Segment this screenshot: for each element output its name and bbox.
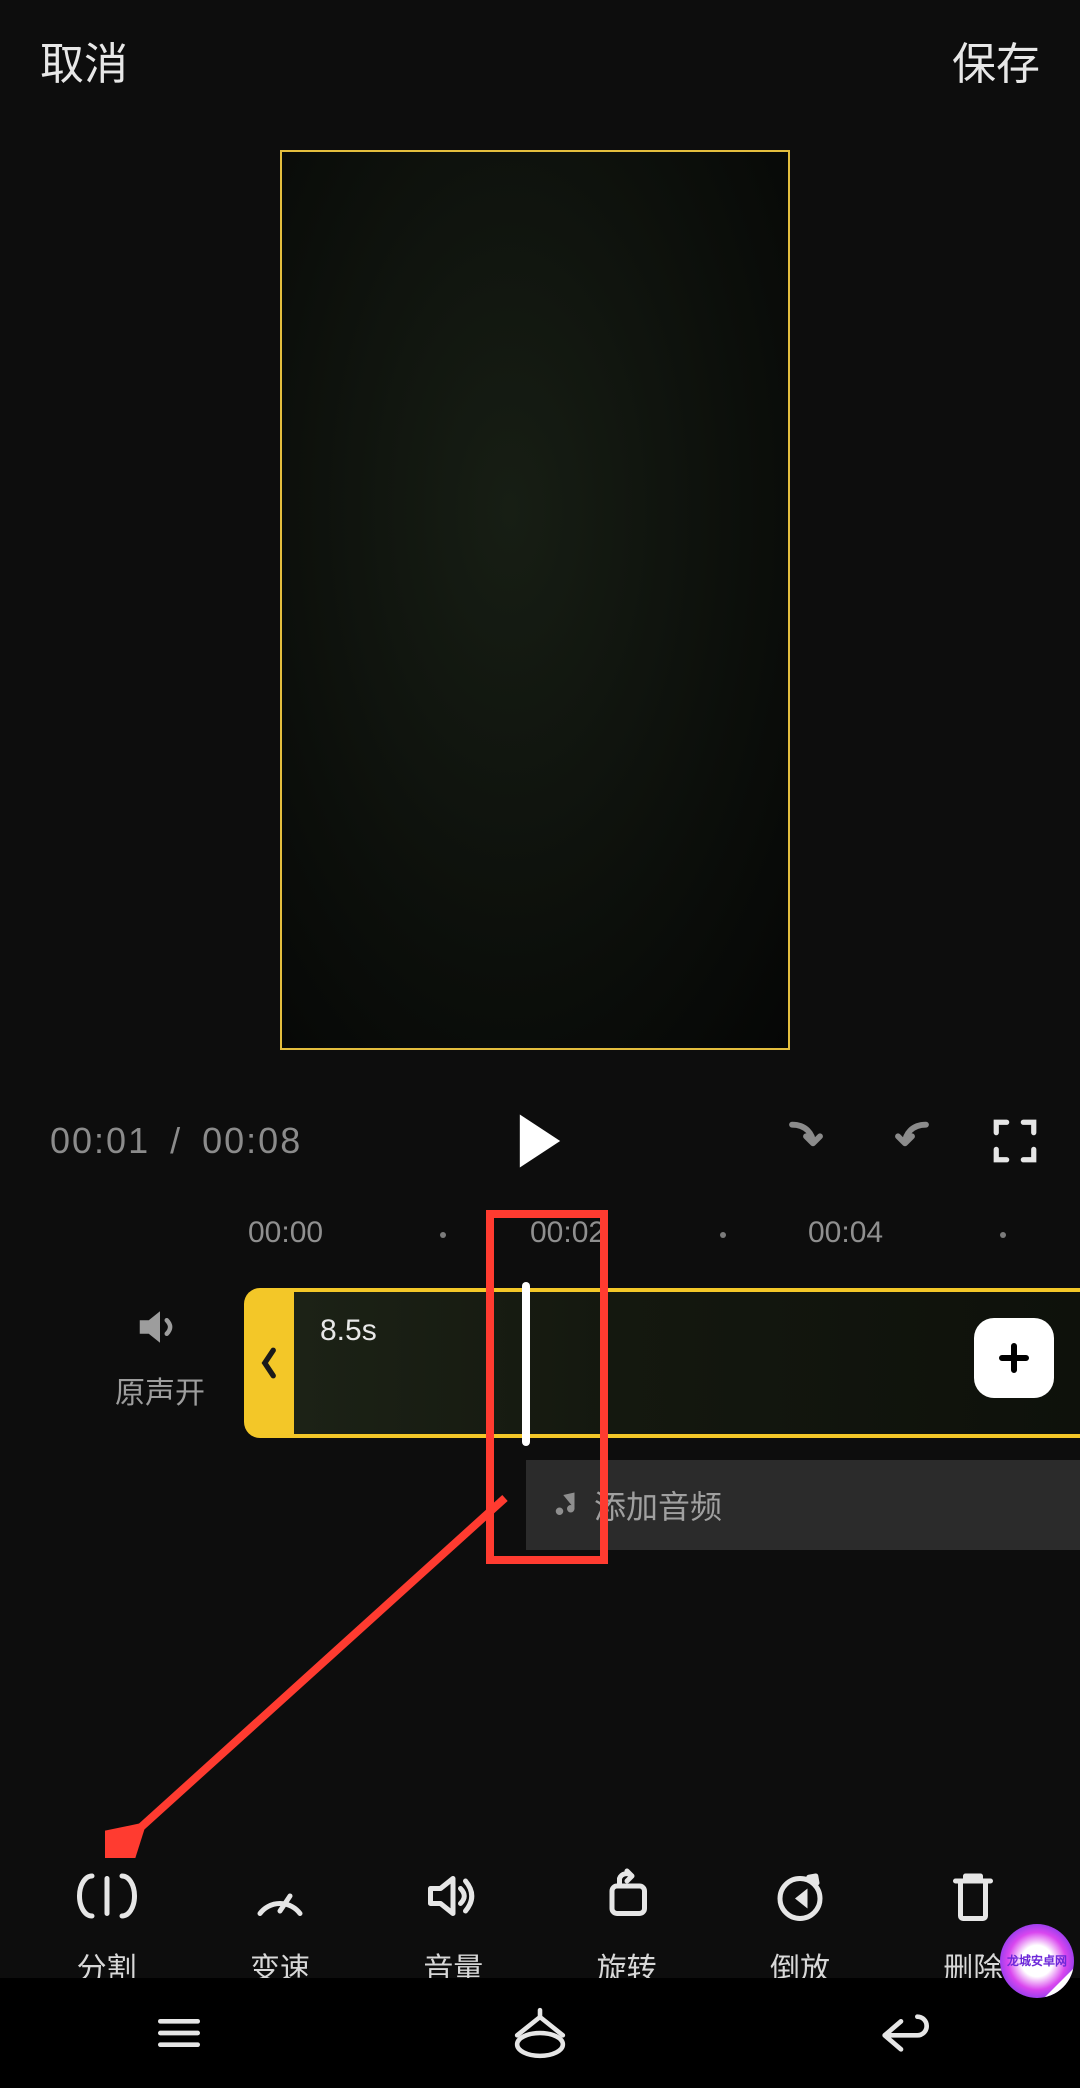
split-tool[interactable]: 分割 (77, 1866, 137, 1988)
time-separator: / (170, 1120, 182, 1161)
original-sound-toggle[interactable]: 原声开 (100, 1300, 220, 1412)
reverse-tool[interactable]: 倒放 (770, 1866, 830, 1988)
save-button[interactable]: 保存 (952, 28, 1040, 92)
clip-duration: 8.5s (320, 1314, 377, 1348)
volume-tool[interactable]: 音量 (423, 1866, 483, 1988)
total-time: 00:08 (202, 1120, 302, 1161)
speed-icon (250, 1866, 310, 1926)
video-preview[interactable] (280, 150, 790, 1050)
add-audio-button[interactable]: 添加音频 (526, 1460, 1080, 1550)
music-note-icon (552, 1490, 582, 1520)
playhead[interactable] (522, 1282, 530, 1446)
back-button[interactable] (873, 2011, 929, 2055)
playback-controls: 00:01 / 00:08 (0, 1096, 1080, 1186)
watermark: 龙城安卓网 (1000, 1924, 1074, 1998)
fullscreen-button[interactable] (990, 1116, 1040, 1166)
volume-icon (423, 1866, 483, 1926)
current-time: 00:01 (50, 1120, 150, 1161)
watermark-text: 龙城安卓网 (1007, 1955, 1067, 1967)
sound-label: 原声开 (100, 1368, 220, 1412)
ruler-tick: 00:04 (808, 1216, 883, 1250)
ruler-tick: 00:02 (530, 1216, 605, 1250)
ruler-dot (720, 1232, 726, 1238)
android-nav-bar (0, 1978, 1080, 2088)
split-icon (77, 1866, 137, 1926)
add-audio-label: 添加音频 (594, 1482, 722, 1528)
ruler-dot (440, 1232, 446, 1238)
speed-tool[interactable]: 变速 (250, 1866, 310, 1988)
rotate-tool[interactable]: 旋转 (597, 1866, 657, 1988)
trash-icon (943, 1866, 1003, 1926)
time-display: 00:01 / 00:08 (50, 1120, 302, 1162)
ruler-dot (1000, 1232, 1006, 1238)
top-bar: 取消 保存 (0, 0, 1080, 120)
delete-tool[interactable]: 删除 (943, 1866, 1003, 1988)
home-button[interactable] (508, 2007, 572, 2059)
rotate-icon (597, 1866, 657, 1926)
clip-left-handle[interactable] (244, 1288, 294, 1438)
clip-body[interactable]: 8.5s (294, 1288, 1080, 1438)
add-clip-button[interactable] (974, 1318, 1054, 1398)
timeline-ruler[interactable]: 00:00 00:02 00:04 (0, 1216, 1080, 1270)
reverse-icon (770, 1866, 830, 1926)
video-clip[interactable]: 8.5s (244, 1288, 1080, 1438)
recent-apps-button[interactable] (151, 2011, 207, 2055)
undo-button[interactable] (778, 1113, 834, 1169)
play-button[interactable] (514, 1112, 566, 1170)
annotation-arrow (105, 1488, 525, 1858)
redo-button[interactable] (884, 1113, 940, 1169)
cancel-button[interactable]: 取消 (40, 28, 128, 92)
ruler-tick: 00:00 (248, 1216, 323, 1250)
